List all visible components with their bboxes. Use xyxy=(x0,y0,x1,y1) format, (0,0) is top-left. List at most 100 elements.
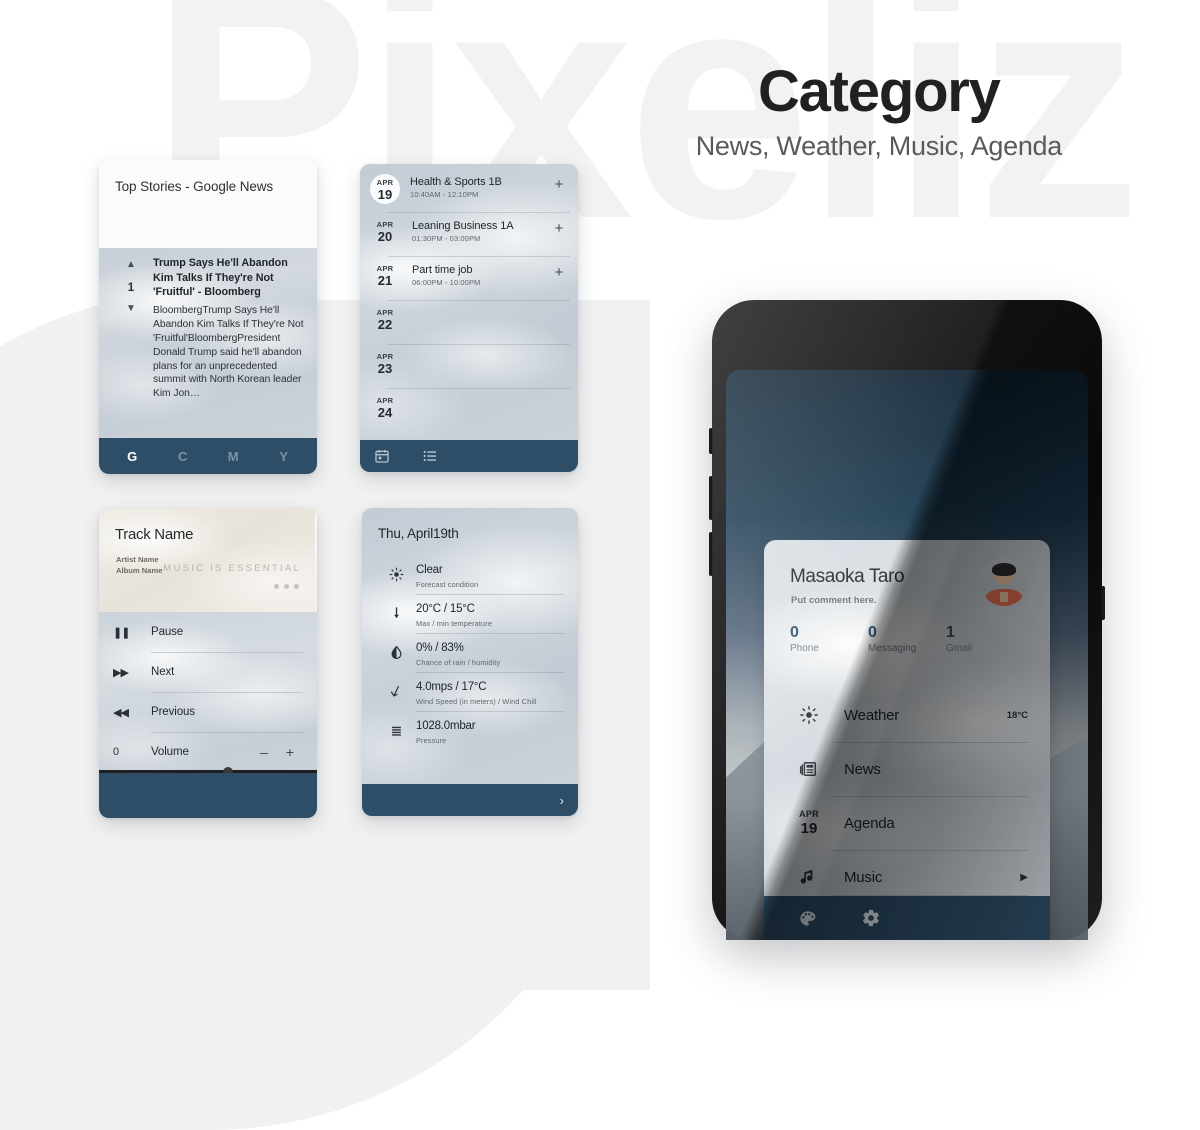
agenda-event-info xyxy=(402,350,550,354)
phone-mockup: Masaoka Taro Put comment here. 0 Phone 0… xyxy=(709,300,1105,940)
weather-pressure-value: 1028.0mbar xyxy=(416,720,476,733)
gear-icon[interactable] xyxy=(861,908,881,928)
count-phone-number: 0 xyxy=(790,624,799,641)
list-icon[interactable] xyxy=(422,448,438,464)
avatar[interactable] xyxy=(980,558,1028,606)
palette-icon[interactable] xyxy=(798,909,817,928)
news-story-title[interactable]: Trump Says He'll Abandon Kim Talks If Th… xyxy=(153,256,307,300)
agenda-day: 24 xyxy=(377,404,393,420)
news-tab-y[interactable]: Y xyxy=(259,449,310,464)
next-icon[interactable]: ▶▶ xyxy=(113,666,151,679)
agenda-date-badge: APR 20 xyxy=(368,218,402,243)
phone-button-volume-down[interactable] xyxy=(709,532,713,576)
count-messaging[interactable]: 0 Messaging xyxy=(868,624,946,654)
agenda-event-title: Health & Sports 1B xyxy=(410,176,502,188)
agenda-row[interactable]: APR 19 Health & Sports 1B 10:40AM - 12:1… xyxy=(360,168,578,212)
music-pause-row[interactable]: ❚❚ Pause xyxy=(99,612,317,652)
agenda-day: 23 xyxy=(377,360,393,376)
page-subtitle: News, Weather, Music, Agenda xyxy=(695,130,1063,161)
home-dashboard-widget[interactable]: Masaoka Taro Put comment here. 0 Phone 0… xyxy=(764,540,1050,940)
music-previous-row[interactable]: ◀◀ Previous xyxy=(99,692,317,732)
weather-pressure-caption: Pressure xyxy=(416,735,447,745)
dashboard-bottom-bar xyxy=(764,896,1050,940)
agenda-row[interactable]: APR 23 xyxy=(360,344,578,388)
weather-widget[interactable]: Thu, April19th Clear Forecast condition xyxy=(362,508,578,816)
volume-down-button[interactable]: – xyxy=(251,744,277,760)
news-story-row[interactable]: ▲ 1 ▼ Trump Says He'll Abandon Kim Talks… xyxy=(99,248,317,401)
dashboard-weather-temp: 18°C xyxy=(1006,709,1028,721)
weather-date: Thu, April19th xyxy=(378,526,459,541)
agenda-row[interactable]: APR 22 xyxy=(360,300,578,344)
agenda-add-button[interactable]: + xyxy=(550,262,568,281)
page-title: Category xyxy=(757,59,1001,124)
news-tab-m[interactable]: M xyxy=(208,449,259,464)
avatar-hair xyxy=(991,563,1017,577)
music-volume-label: Volume xyxy=(151,746,189,758)
agenda-widget[interactable]: APR 19 Health & Sports 1B 10:40AM - 12:1… xyxy=(360,164,578,472)
agenda-date-badge: APR 19 xyxy=(370,174,400,204)
pressure-icon xyxy=(376,723,416,738)
weather-row-pressure: 1028.0mbar Pressure xyxy=(362,711,578,750)
dashboard-music-label: Music xyxy=(844,868,883,886)
agenda-date-badge: APR 24 xyxy=(368,394,402,419)
weather-row-humidity: 0% / 83% Chance of rain / humidity xyxy=(362,633,578,672)
weather-row-temperature: 20°C / 15°C Max / min temperature xyxy=(362,594,578,633)
weather-pressure-text: 1028.0mbar Pressure xyxy=(416,716,564,745)
agenda-row[interactable]: APR 20 Leaning Business 1A 01:30PM - 03:… xyxy=(360,212,578,256)
agenda-date-badge: APR 22 xyxy=(368,306,402,331)
pause-icon[interactable]: ❚❚ xyxy=(113,626,151,639)
date-month: APR xyxy=(799,809,819,819)
agenda-add-button[interactable] xyxy=(550,394,568,396)
weather-bottom-bar: › xyxy=(362,784,578,816)
droplet-icon xyxy=(376,645,416,660)
chevron-right-icon[interactable]: › xyxy=(560,793,564,808)
music-album-name: Album Name xyxy=(116,566,163,576)
weather-widget-body: Thu, April19th Clear Forecast condition xyxy=(362,508,578,816)
agenda-add-button[interactable]: + xyxy=(550,218,568,237)
play-arrow-icon[interactable]: ▶ xyxy=(1020,872,1028,883)
music-widget-body: Track Name Artist Name Album Name MUSIC … xyxy=(99,508,317,818)
volume-up-button[interactable]: + xyxy=(277,744,303,760)
news-widget[interactable]: Top Stories - Google News ▲ 1 ▼ Trump Sa… xyxy=(99,160,317,474)
phone-button-mute[interactable] xyxy=(709,428,713,454)
dashboard-row-weather[interactable]: Weather 18°C xyxy=(786,688,1028,742)
user-comment: Put comment here. xyxy=(791,595,877,606)
news-tab-c[interactable]: C xyxy=(158,449,209,464)
agenda-event-info xyxy=(402,306,550,310)
caret-up-icon[interactable]: ▲ xyxy=(109,260,153,270)
dashboard-row-agenda[interactable]: APR 19 Agenda xyxy=(786,796,1028,850)
phone-button-power[interactable] xyxy=(1101,586,1105,620)
phone-screen: Masaoka Taro Put comment here. 0 Phone 0… xyxy=(726,370,1088,940)
volume-value: 0 xyxy=(113,746,119,758)
music-previous-label: Previous xyxy=(151,706,195,718)
music-widget[interactable]: Track Name Artist Name Album Name MUSIC … xyxy=(99,508,317,818)
caret-down-icon[interactable]: ▼ xyxy=(109,304,153,314)
agenda-month: APR xyxy=(376,396,394,405)
phone-button-volume-up[interactable] xyxy=(709,476,713,520)
count-gmail-label: Gmail xyxy=(946,643,973,654)
dashboard-agenda-label: Agenda xyxy=(844,814,895,832)
agenda-add-button[interactable] xyxy=(550,306,568,308)
music-artist-album: Artist Name Album Name xyxy=(116,554,162,577)
count-messaging-label: Messaging xyxy=(868,643,917,654)
news-tab-g[interactable]: G xyxy=(107,449,158,464)
weather-condition-caption: Forecast condition xyxy=(416,579,479,589)
weather-condition-text: Clear Forecast condition xyxy=(416,560,564,589)
agenda-add-button[interactable]: + xyxy=(550,174,568,193)
wind-arrow-icon xyxy=(376,684,416,699)
agenda-row[interactable]: APR 21 Part time job 06:00PM - 10:00PM + xyxy=(360,256,578,300)
count-gmail[interactable]: 1 Gmail xyxy=(946,624,1024,654)
calendar-icon[interactable] xyxy=(374,448,390,464)
dashboard-row-news[interactable]: News xyxy=(786,742,1028,796)
music-artist-name: Artist Name xyxy=(116,555,159,564)
weather-row-wind: 4.0mps / 17°C Wind Speed (in meters) / W… xyxy=(362,672,578,711)
music-next-row[interactable]: ▶▶ Next xyxy=(99,652,317,692)
agenda-event-title: Leaning Business 1A xyxy=(412,220,514,232)
previous-icon[interactable]: ◀◀ xyxy=(113,706,151,719)
agenda-add-button[interactable] xyxy=(550,350,568,352)
date-badge: APR 19 xyxy=(799,809,819,837)
music-volume-row[interactable]: 0 Volume – + xyxy=(99,732,317,772)
agenda-row[interactable]: APR 24 xyxy=(360,388,578,432)
count-phone[interactable]: 0 Phone xyxy=(790,624,868,654)
count-messaging-number: 0 xyxy=(868,624,877,641)
